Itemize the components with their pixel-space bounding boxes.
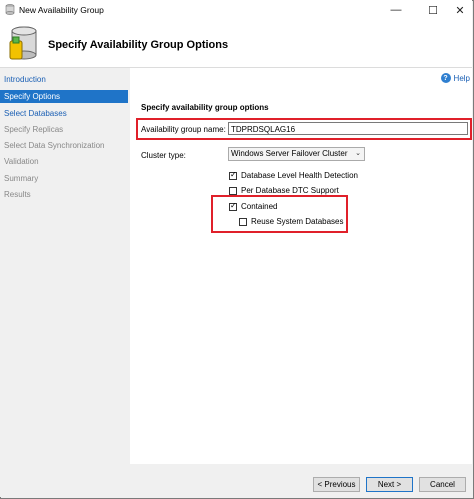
maximize-icon[interactable]: ☐ <box>418 0 448 20</box>
cluster-type-value: Windows Server Failover Cluster <box>231 149 348 158</box>
app-icon <box>5 4 15 15</box>
ag-name-highlight-box <box>136 118 472 140</box>
contained-highlight-box <box>211 195 348 233</box>
db-health-checkbox-row[interactable]: Database Level Health Detection <box>229 170 358 180</box>
nav-item-specify-replicas: Specify Replicas <box>4 125 64 134</box>
previous-button[interactable]: < Previous <box>313 477 360 492</box>
dtc-label: Per Database DTC Support <box>241 186 339 195</box>
dtc-checkbox-row[interactable]: Per Database DTC Support <box>229 186 339 195</box>
nav-item-summary: Summary <box>4 174 39 183</box>
nav-item-results: Results <box>4 190 31 199</box>
title-bar: New Availability Group — ☐ ✕ <box>0 0 472 20</box>
wizard-header: Specify Availability Group Options <box>0 20 472 68</box>
dtc-checkbox[interactable] <box>229 186 237 195</box>
page-title: Specify Availability Group Options <box>48 39 229 51</box>
nav-item-introduction[interactable]: Introduction <box>4 75 46 84</box>
close-icon[interactable]: ✕ <box>445 0 474 20</box>
cluster-type-label: Cluster type: <box>141 151 186 160</box>
cluster-type-select[interactable]: Windows Server Failover Cluster ⌄ <box>228 147 365 161</box>
nav-item-validation: Validation <box>4 157 39 166</box>
chevron-down-icon: ⌄ <box>355 150 361 157</box>
minimize-icon[interactable]: — <box>381 0 411 20</box>
next-button[interactable]: Next > <box>366 477 413 492</box>
window-title: New Availability Group <box>19 5 104 15</box>
nav-item-select-data-sync: Select Data Synchronization <box>4 141 105 150</box>
help-link[interactable]: ? Help <box>440 73 470 83</box>
db-health-label: Database Level Health Detection <box>241 171 358 180</box>
help-label: Help <box>453 73 470 83</box>
help-icon: ? <box>440 73 451 83</box>
cancel-button[interactable]: Cancel <box>419 477 466 492</box>
nav-item-specify-options[interactable]: Specify Options <box>0 90 128 103</box>
nav-item-select-databases[interactable]: Select Databases <box>4 109 67 118</box>
db-health-checkbox[interactable] <box>229 170 237 180</box>
database-wizard-icon <box>9 26 37 60</box>
section-title: Specify availability group options <box>141 103 269 112</box>
